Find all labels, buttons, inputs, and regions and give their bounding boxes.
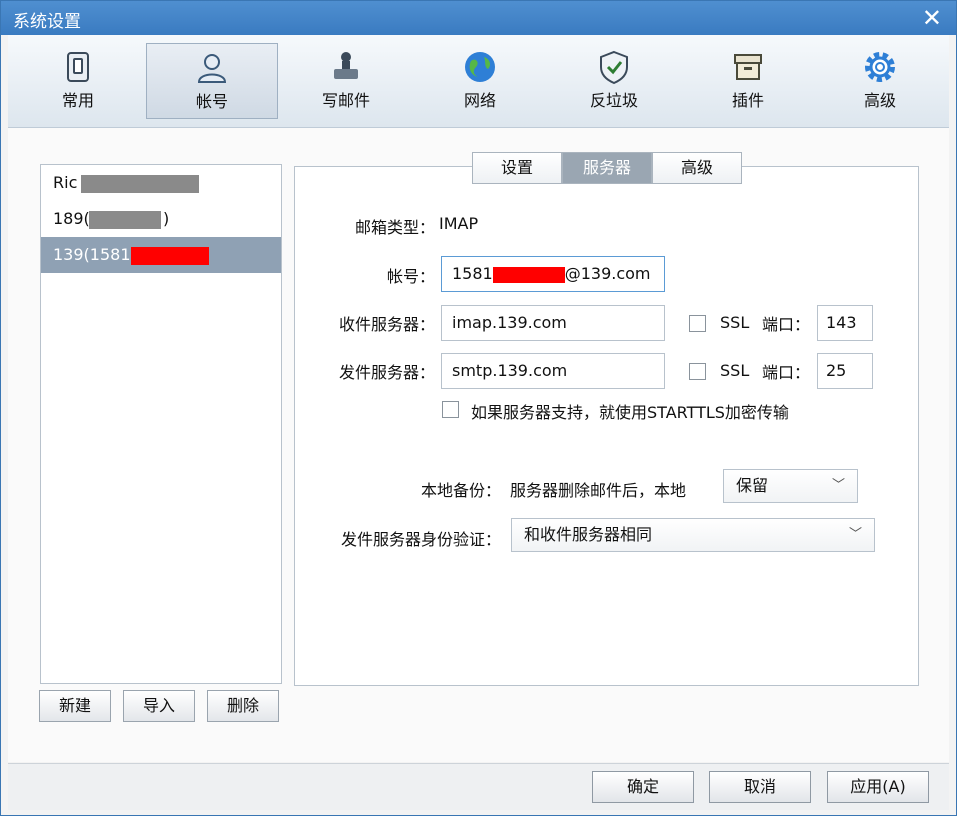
outgoing-ssl-label: SSL [720,361,750,380]
tab-server[interactable]: 服务器 [562,152,652,184]
starttls-label: 如果服务器支持，就使用STARTTLS加密传输 [471,403,789,422]
close-icon[interactable]: ✕ [922,4,942,32]
chevron-down-icon: ﹀ [848,527,862,542]
tab-label: 写邮件 [321,91,370,110]
new-account-button[interactable]: 新建 [39,690,111,722]
account-label-suffix: ) [163,209,170,228]
redaction-mask [89,211,161,229]
account-label: Ric [53,173,78,192]
starttls-checkbox[interactable] [442,401,459,418]
server-settings-panel [294,166,919,686]
stamp-icon [334,52,358,79]
tab-label: 插件 [731,91,764,110]
settings-toolbar: 常用 帐号 写邮件 网络 反垃圾 插件 高级 [8,35,949,128]
redaction-mask [81,175,199,193]
incoming-ssl-checkbox[interactable] [689,315,706,332]
tab-advanced-inner[interactable]: 高级 [652,152,742,184]
incoming-server-field[interactable]: imap.139.com [441,305,665,341]
list-item[interactable]: 189( ) [41,201,281,237]
local-backup-text: 服务器删除邮件后，本地 [510,481,687,500]
outgoing-server-field[interactable]: smtp.139.com [441,353,665,389]
ok-button[interactable]: 确定 [592,771,694,803]
cancel-button[interactable]: 取消 [709,771,811,803]
title-bar: 系统设置 ✕ [1,1,956,35]
outgoing-ssl-checkbox[interactable] [689,363,706,380]
tab-label: 帐号 [195,92,228,111]
apply-button[interactable]: 应用(A) [827,771,929,803]
tab-antispam[interactable]: 反垃圾 [548,43,680,119]
delete-account-button[interactable]: 删除 [207,690,279,722]
account-prefix: 1581 [452,264,493,283]
local-backup-label: 本地备份： [420,481,501,500]
account-list[interactable]: Ric 189( ) 139(1581 [40,164,282,684]
import-account-button[interactable]: 导入 [123,690,195,722]
smtp-auth-select[interactable]: 和收件服务器相同 ﹀ [511,518,875,552]
outgoing-port-label: 端口： [762,363,811,382]
tab-plugins[interactable]: 插件 [682,43,814,119]
tab-label: 常用 [61,91,94,110]
smtp-auth-value: 和收件服务器相同 [524,525,653,544]
redaction-mask [492,266,565,283]
gear-icon [865,52,895,82]
account-field[interactable]: 1581 @139.com [441,256,665,292]
incoming-server-label: 收件服务器： [338,315,435,334]
window-title: 系统设置 [13,12,81,32]
tab-label: 高级 [863,91,896,110]
globe-icon [465,52,495,82]
tab-settings[interactable]: 设置 [472,152,562,184]
tab-general[interactable]: 常用 [12,43,144,119]
incoming-port-label: 端口： [762,315,811,334]
account-label: 帐号： [386,267,435,286]
box-icon [734,54,762,80]
tab-label: 反垃圾 [589,91,638,110]
list-item-selected[interactable]: 139(1581 [41,237,281,273]
tab-network[interactable]: 网络 [414,43,546,119]
local-backup-value: 保留 [736,476,769,495]
local-backup-select[interactable]: 保留 ﹀ [723,469,858,503]
account-suffix: @139.com [564,264,651,283]
account-label: 189( [53,209,90,228]
incoming-ssl-label: SSL [720,313,750,332]
incoming-port-field[interactable]: 143 [817,305,873,341]
account-label: 139(1581 [53,245,131,264]
redaction-mask [131,247,209,265]
dialog-footer: 确定 取消 应用(A) [8,763,949,810]
tab-account[interactable]: 帐号 [146,43,278,119]
outgoing-server-label: 发件服务器： [338,363,435,382]
settings-dialog: 系统设置 ✕ 常用 帐号 写邮件 网络 反垃圾 插件 高级 Ric 189()… [0,0,957,816]
chevron-down-icon: ﹀ [831,478,845,493]
tab-label: 网络 [463,91,496,110]
outgoing-port-field[interactable]: 25 [817,353,873,389]
smtp-auth-label: 发件服务器身份验证： [340,530,501,549]
tab-advanced[interactable]: 高级 [814,43,946,119]
mailbox-type-value: IMAP [439,214,479,233]
list-item[interactable]: Ric [41,165,281,201]
tab-compose[interactable]: 写邮件 [280,43,412,119]
mailbox-type-label: 邮箱类型： [354,218,435,237]
switch-icon [67,52,89,82]
dialog-content: Ric 189( ) 139(1581 新建 导入 删除 设置 服务器 高级 邮… [8,128,949,762]
user-icon [197,54,227,83]
shield-icon [600,50,628,85]
